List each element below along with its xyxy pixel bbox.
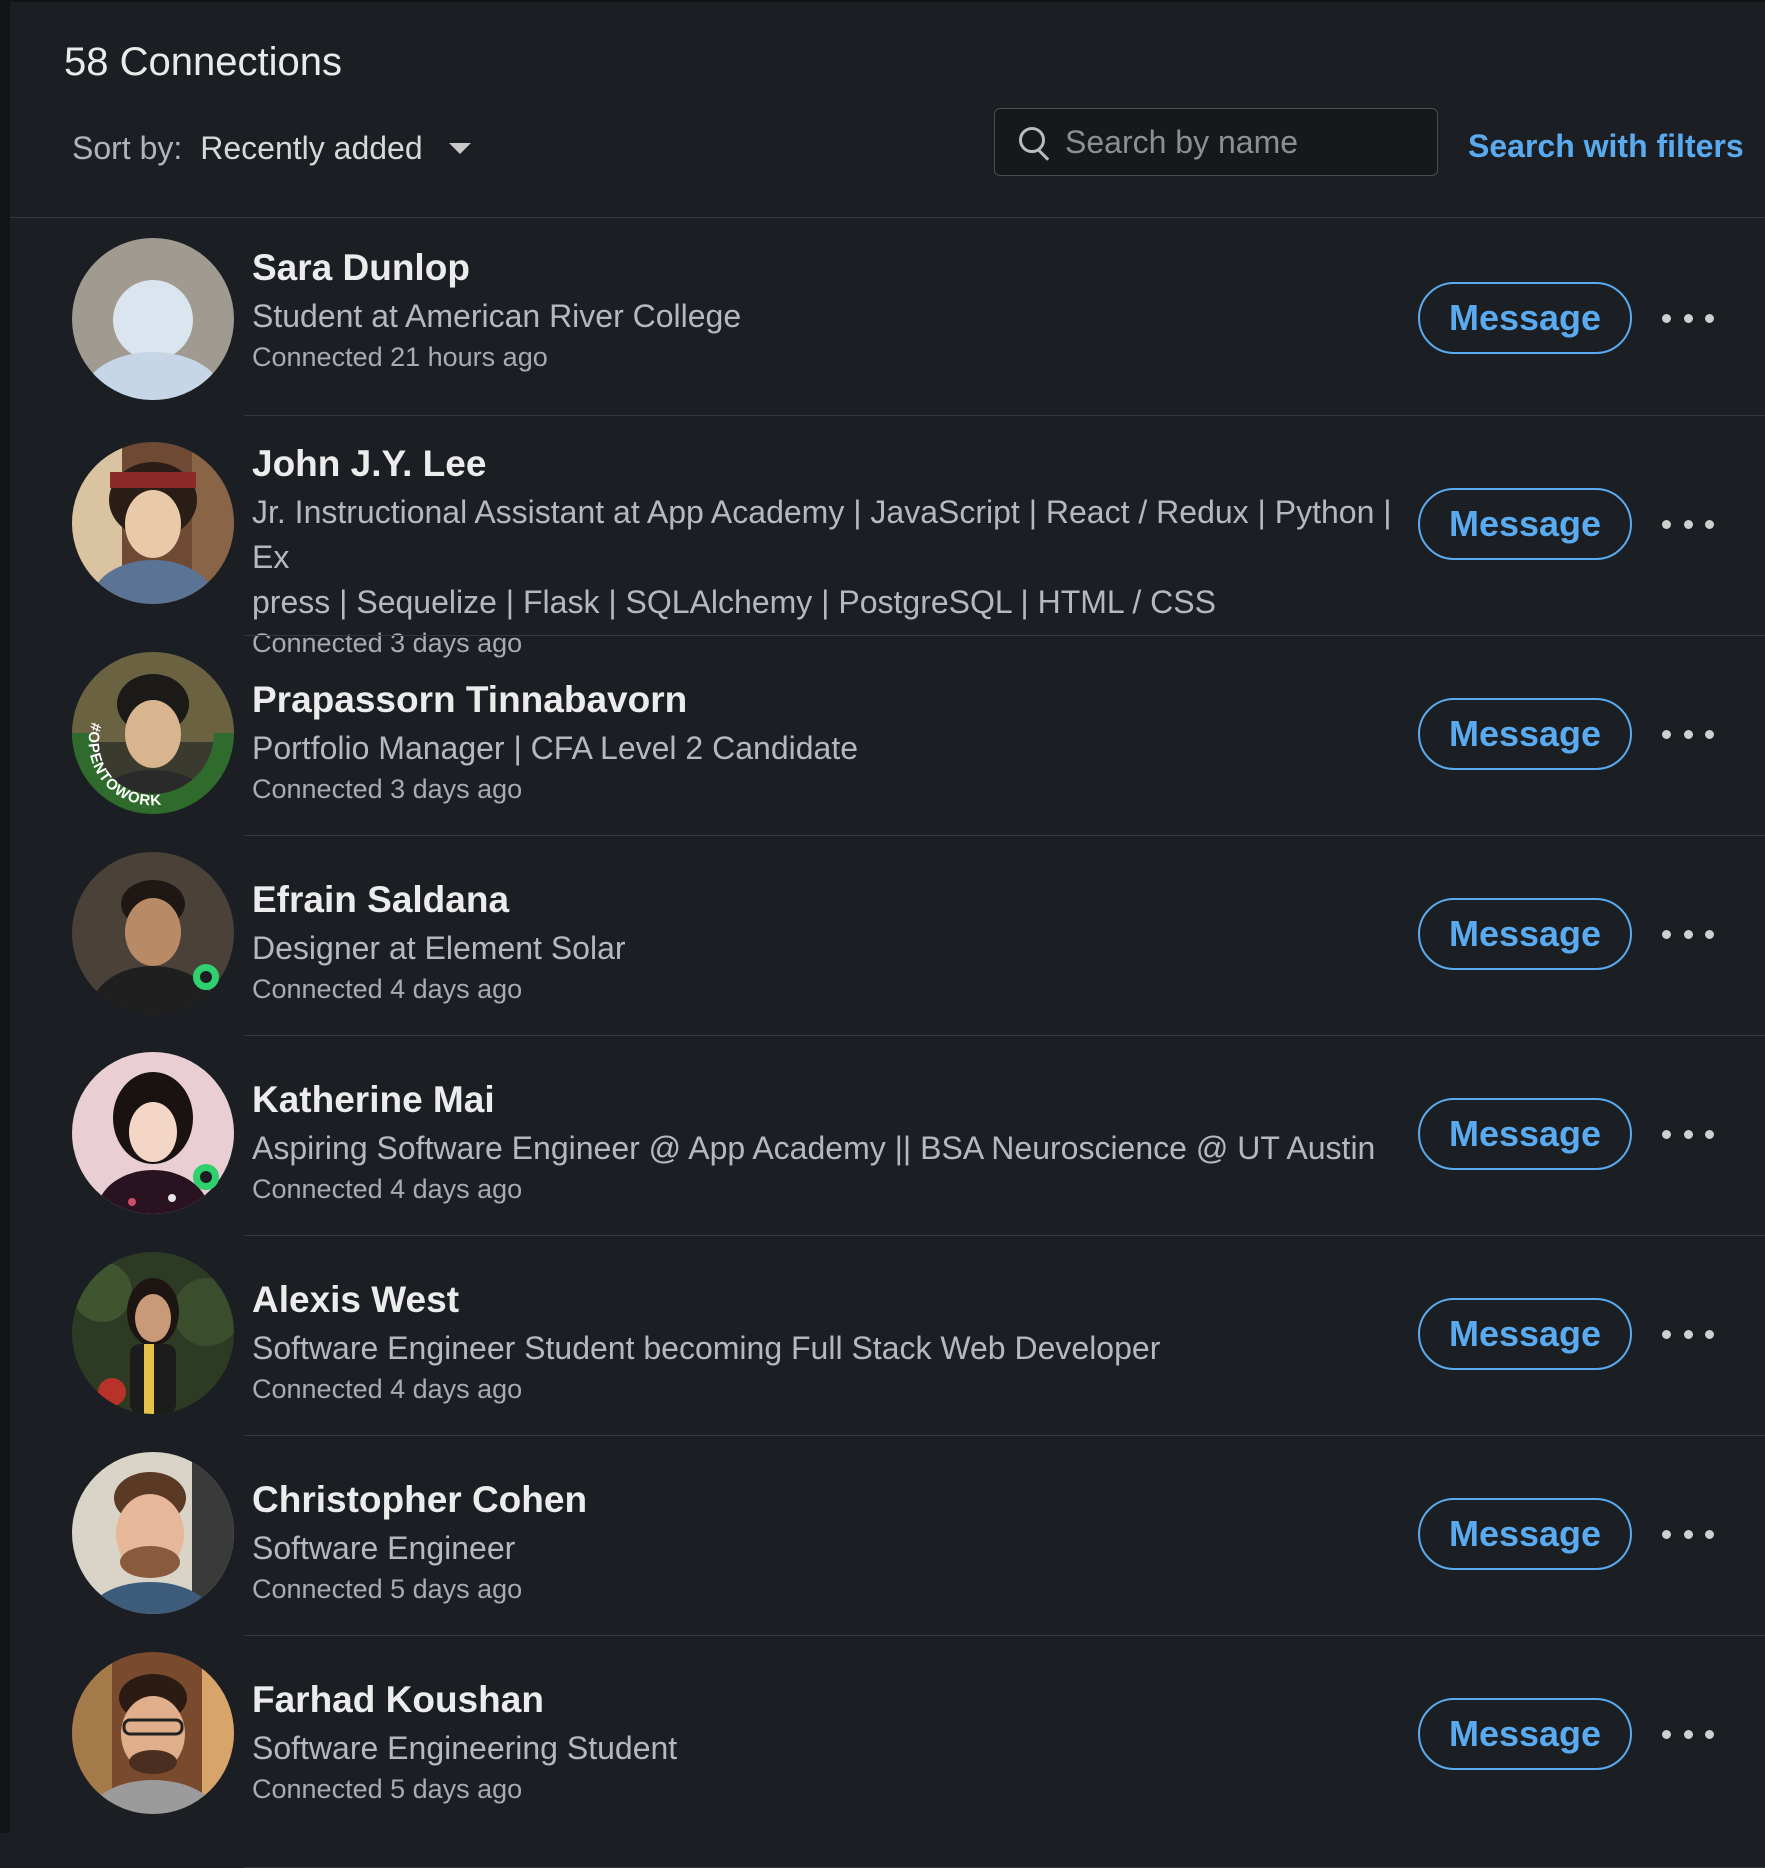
avatar[interactable] xyxy=(72,1252,234,1414)
connection-name[interactable]: Efrain Saldana xyxy=(252,878,1392,922)
sort-value: Recently added xyxy=(200,130,423,166)
search-with-filters-link[interactable]: Search with filters xyxy=(1468,128,1744,165)
connection-row: John J.Y. Lee Jr. Instructional Assistan… xyxy=(10,416,1765,658)
message-button[interactable]: Message xyxy=(1418,1298,1632,1370)
connection-headline: Designer at Element Solar xyxy=(252,930,626,966)
more-options-icon[interactable] xyxy=(1662,926,1714,942)
connection-headline: Software Engineering Student xyxy=(252,1730,678,1766)
connections-list: Sara Dunlop Student at American River Co… xyxy=(10,218,1765,1868)
connection-time: Connected 21 hours ago xyxy=(252,342,548,372)
connection-row: #OPENTOWORK Prapassorn Tinnabavorn Portf… xyxy=(10,636,1765,836)
more-options-icon[interactable] xyxy=(1662,516,1714,532)
avatar[interactable] xyxy=(72,1452,234,1614)
message-button[interactable]: Message xyxy=(1418,1098,1632,1170)
caret-down-icon xyxy=(448,143,471,154)
connection-headline: Student at American River College xyxy=(252,298,742,334)
connection-info: Farhad Koushan Software Engineering Stud… xyxy=(252,1678,1392,1807)
connection-info: Efrain Saldana Designer at Element Solar… xyxy=(252,878,1392,1007)
avatar[interactable] xyxy=(72,1652,234,1814)
connection-info: Christopher Cohen Software Engineer Conn… xyxy=(252,1478,1392,1607)
connection-name[interactable]: John J.Y. Lee xyxy=(252,442,1392,486)
connection-info: Alexis West Software Engineer Student be… xyxy=(252,1278,1392,1407)
connection-name[interactable]: Alexis West xyxy=(252,1278,1392,1322)
message-button[interactable]: Message xyxy=(1418,898,1632,970)
connection-time: Connected 5 days ago xyxy=(252,1774,523,1804)
connection-time: Connected 5 days ago xyxy=(252,1574,523,1604)
search-input[interactable] xyxy=(1063,122,1427,162)
more-options-icon[interactable] xyxy=(1662,1126,1714,1142)
connection-headline: Aspiring Software Engineer @ App Academy… xyxy=(252,1130,1376,1166)
connection-row: Farhad Koushan Software Engineering Stud… xyxy=(10,1636,1765,1868)
more-options-icon[interactable] xyxy=(1662,726,1714,742)
connection-info: John J.Y. Lee Jr. Instructional Assistan… xyxy=(252,442,1392,661)
search-box[interactable] xyxy=(994,108,1438,176)
sort-dropdown[interactable]: Sort by: Recently added xyxy=(72,130,471,167)
connection-info: Sara Dunlop Student at American River Co… xyxy=(252,246,1392,375)
message-button[interactable]: Message xyxy=(1418,1698,1632,1770)
connection-name[interactable]: Sara Dunlop xyxy=(252,246,1392,290)
connection-name[interactable]: Christopher Cohen xyxy=(252,1478,1392,1522)
more-options-icon[interactable] xyxy=(1662,310,1714,326)
online-status-icon xyxy=(193,964,219,990)
connection-info: Katherine Mai Aspiring Software Engineer… xyxy=(252,1078,1392,1207)
page-title: 58 Connections xyxy=(64,40,342,84)
avatar[interactable] xyxy=(72,442,234,604)
avatar[interactable] xyxy=(72,1052,234,1214)
more-options-icon[interactable] xyxy=(1662,1726,1714,1742)
connection-headline-continued: press | Sequelize | Flask | SQLAlchemy |… xyxy=(252,584,1216,620)
connection-time: Connected 4 days ago xyxy=(252,1374,523,1404)
avatar[interactable]: #OPENTOWORK xyxy=(72,652,234,814)
connection-headline: Software Engineer xyxy=(252,1530,516,1566)
connection-info: Prapassorn Tinnabavorn Portfolio Manager… xyxy=(252,678,1392,807)
connection-time: Connected 4 days ago xyxy=(252,974,523,1004)
connection-row: Alexis West Software Engineer Student be… xyxy=(10,1236,1765,1436)
message-button[interactable]: Message xyxy=(1418,488,1632,560)
connection-row: Sara Dunlop Student at American River Co… xyxy=(10,218,1765,416)
connection-row: Efrain Saldana Designer at Element Solar… xyxy=(10,836,1765,1036)
message-button[interactable]: Message xyxy=(1418,698,1632,770)
connections-header: 58 Connections Sort by: Recently added S… xyxy=(10,2,1765,218)
connection-headline: Portfolio Manager | CFA Level 2 Candidat… xyxy=(252,730,858,766)
connection-headline: Software Engineer Student becoming Full … xyxy=(252,1330,1161,1366)
connection-name[interactable]: Prapassorn Tinnabavorn xyxy=(252,678,1392,722)
message-button[interactable]: Message xyxy=(1418,282,1632,354)
connection-row: Katherine Mai Aspiring Software Engineer… xyxy=(10,1036,1765,1236)
connection-row: Christopher Cohen Software Engineer Conn… xyxy=(10,1436,1765,1636)
avatar[interactable] xyxy=(72,238,234,400)
sort-label: Sort by: xyxy=(72,130,183,166)
more-options-icon[interactable] xyxy=(1662,1326,1714,1342)
message-button[interactable]: Message xyxy=(1418,1498,1632,1570)
connection-name[interactable]: Katherine Mai xyxy=(252,1078,1392,1122)
avatar[interactable] xyxy=(72,852,234,1014)
connection-name[interactable]: Farhad Koushan xyxy=(252,1678,1392,1722)
connection-headline: Jr. Instructional Assistant at App Acade… xyxy=(252,494,1392,575)
connections-page: 58 Connections Sort by: Recently added S… xyxy=(0,0,1765,1868)
connection-time: Connected 4 days ago xyxy=(252,1174,523,1204)
connection-time: Connected 3 days ago xyxy=(252,774,523,804)
more-options-icon[interactable] xyxy=(1662,1526,1714,1542)
online-status-icon xyxy=(193,1164,219,1190)
search-icon xyxy=(1019,127,1049,157)
